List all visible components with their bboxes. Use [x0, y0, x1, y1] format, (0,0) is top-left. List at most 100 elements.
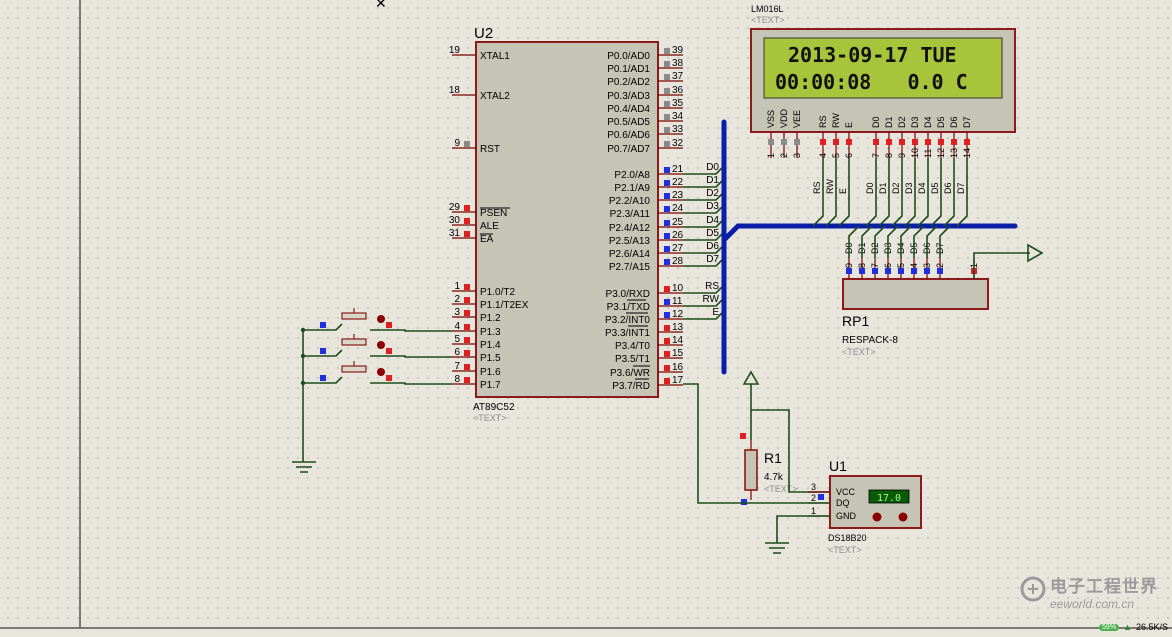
u2-pin-name: P2.3/A11: [610, 209, 651, 220]
lcd-pin-name: D1: [884, 116, 894, 128]
u2-pin-name: P3.7/RD: [612, 381, 650, 392]
lcd-pin-name: D5: [936, 116, 946, 128]
u2-pin-number: 9: [454, 138, 460, 149]
rp1-resistor-pack[interactable]: RP1 RESPACK-8 <TEXT> 9D08D17D26D35D44D53…: [842, 225, 1044, 357]
u2-part: AT89C52: [473, 402, 515, 413]
u2-pin-marker: [664, 88, 670, 94]
rp1-body: [842, 278, 989, 310]
lcd-pin-marker: [873, 139, 879, 145]
button-actuator-icon[interactable]: [377, 368, 385, 376]
u1-pin-name: DQ: [836, 498, 850, 508]
lcd-module[interactable]: 2013-09-17 TUE 00:00:08 0.0 C LM016L <TE…: [750, 4, 1016, 194]
button-wire-right: [370, 329, 452, 332]
button-actuator-icon[interactable]: [377, 341, 385, 349]
lcd-net-label: D7: [956, 182, 966, 194]
u2-pin-name: P3.1/TXD: [607, 302, 650, 313]
lcd-pin-name: D4: [923, 116, 933, 128]
u2-pin-number: 33: [672, 124, 684, 135]
rp1-pin-number: 5: [896, 263, 906, 268]
lcd-pin-number: 1: [766, 153, 776, 158]
button-pin-left: [320, 348, 326, 354]
u2-pin-number: 32: [672, 138, 684, 149]
u2-net-label: D3: [706, 201, 719, 212]
schematic-canvas[interactable]: ✕ U2 AT89C52 <TEXT> 19XTAL118XTAL29RST29…: [0, 0, 1172, 637]
u2-pin-name: P3.3/INT1: [605, 328, 650, 339]
u1-pin-number: 1: [811, 506, 816, 516]
rp1-pin-number: 2: [935, 263, 945, 268]
u2-pin-number: 18: [449, 85, 461, 96]
button-pin-left: [320, 375, 326, 381]
u2-pin-name: P0.7/AD7: [607, 144, 650, 155]
lcd-pin-name: VDD: [779, 108, 789, 128]
u1-button-down[interactable]: [872, 512, 882, 522]
push-button[interactable]: [300, 308, 452, 333]
lcd-pin-number: 9: [897, 153, 907, 158]
u2-ref: U2: [474, 25, 493, 42]
lcd-pin-number: 2: [779, 153, 789, 158]
u1-button-up[interactable]: [898, 512, 908, 522]
u2-pin-number: 1: [454, 281, 460, 292]
rp1-part: RESPACK-8: [842, 335, 898, 346]
u2-pin-name: P1.0/T2: [480, 287, 515, 298]
lcd-pin-marker: [820, 139, 826, 145]
u2-pin-name: P0.6/AD6: [607, 130, 650, 141]
rp1-pin-number: 4: [909, 263, 919, 268]
u2-pin-number: 36: [672, 85, 684, 96]
lcd-line-2: 00:00:08 0.0 C: [775, 70, 968, 94]
u2-pin-number: 34: [672, 111, 684, 122]
u2-text-label: <TEXT>: [473, 413, 507, 423]
u2-pin-number: 5: [454, 334, 460, 345]
lcd-net-label: D3: [904, 182, 914, 194]
r1-body: [744, 449, 758, 491]
u2-pin-name: P0.5/AD5: [607, 117, 650, 128]
u2-pin-marker: [664, 114, 670, 120]
u2-pin-marker: [664, 325, 670, 331]
network-speed: 26.5K/S: [1135, 622, 1168, 632]
u2-pin-number: 16: [672, 362, 684, 373]
eeworld-logo-icon: [1020, 576, 1046, 602]
u2-pin-number: 27: [672, 243, 684, 254]
u1-temperature-sensor[interactable]: 17.0 U1 DS18B20 <TEXT> 3 VCC 2 DQ 1 GND: [808, 458, 922, 555]
button-wire-right: [370, 382, 452, 385]
u2-pin-name: P1.1/T2EX: [480, 300, 529, 311]
watermark-cn: 电子工程世界: [1050, 577, 1158, 596]
u2-pin-name: PSEN: [480, 208, 507, 219]
watermark: 电子工程世界 eeworld.com.cn: [1020, 572, 1158, 611]
u2-pin-number: 26: [672, 230, 684, 241]
u2-pin-marker: [664, 259, 670, 265]
lcd-pin-name: D7: [962, 116, 972, 128]
lcd-pin-marker: [951, 139, 957, 145]
u2-pin-marker: [464, 297, 470, 303]
u1-part: DS18B20: [828, 533, 867, 543]
u2-pin-number: 38: [672, 58, 684, 69]
u2-pin-number: 35: [672, 98, 684, 109]
u2-pin-name: P3.2/INT0: [605, 315, 650, 326]
watermark-en: eeworld.com.cn: [1050, 597, 1135, 611]
u2-pin-marker: [664, 338, 670, 344]
lcd-pin-number: 8: [884, 153, 894, 158]
lcd-line-1: 2013-09-17 TUE: [788, 43, 957, 67]
push-buttons[interactable]: [300, 308, 452, 386]
u2-pin-marker: [664, 299, 670, 305]
lcd-net-label: D4: [917, 182, 927, 194]
u2-pin-marker: [664, 141, 670, 147]
u2-pin-name: P1.7: [480, 380, 501, 391]
push-button[interactable]: [300, 361, 452, 386]
button-actuator-icon[interactable]: [377, 315, 385, 323]
button-cap: [341, 338, 367, 346]
u2-pin-name: P2.5/A13: [609, 236, 651, 247]
u2-pin-marker: [464, 141, 470, 147]
u2-pin-number: 3: [454, 307, 460, 318]
lcd-pin-number: 11: [923, 149, 933, 158]
u2-pin-name: XTAL2: [480, 91, 510, 102]
close-icon[interactable]: ✕: [375, 0, 387, 11]
u2-microcontroller[interactable]: U2 AT89C52 <TEXT> 19XTAL118XTAL29RST29PS…: [449, 25, 725, 423]
u2-pin-marker: [664, 74, 670, 80]
u1-pin-marker: [818, 494, 824, 500]
push-button[interactable]: [300, 334, 452, 359]
u2-pin-marker: [664, 233, 670, 239]
u1-text-label: <TEXT>: [828, 545, 862, 555]
lcd-pin-marker: [938, 139, 944, 145]
lcd-pin-number: 4: [818, 153, 828, 158]
u2-pin-marker: [664, 167, 670, 173]
